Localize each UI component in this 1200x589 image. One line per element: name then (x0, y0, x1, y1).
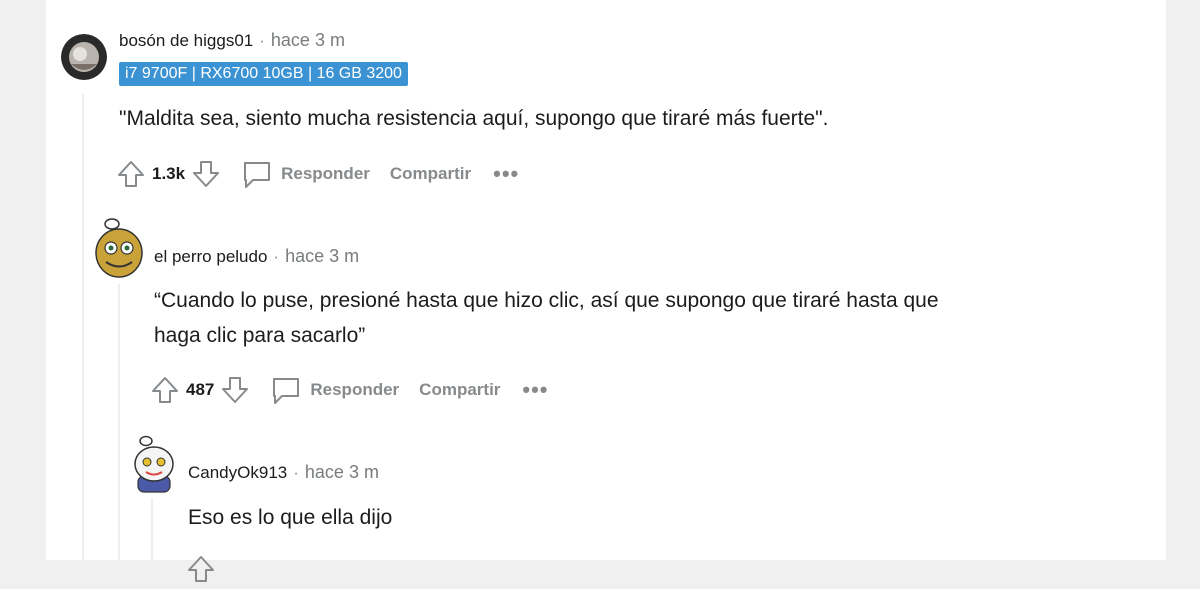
timestamp[interactable]: hace 3 m (285, 246, 359, 267)
comment-meta: bosón de higgs01 · hace 3 m (119, 30, 345, 51)
user-flair: i7 9700F | RX6700 10GB | 16 GB 3200 (119, 62, 408, 86)
author-name[interactable]: CandyOk913 (188, 463, 287, 483)
more-options-icon[interactable]: ••• (522, 379, 548, 401)
reply-button[interactable]: Responder (270, 374, 399, 406)
author-name[interactable]: bosón de higgs01 (119, 31, 253, 51)
comment-body: Eso es lo que ella dijo (188, 506, 393, 529)
share-button[interactable]: Compartir (390, 164, 471, 184)
vote-score: 1.3k (152, 164, 186, 183)
comment-bubble-icon (273, 378, 300, 404)
meta-separator: · (293, 463, 299, 482)
comment-actions: 487 Responder Compartir ••• (150, 373, 549, 407)
upvote-icon[interactable] (186, 554, 216, 584)
more-options-icon[interactable]: ••• (493, 163, 519, 185)
author-name[interactable]: el perro peludo (154, 247, 267, 267)
share-button[interactable]: Compartir (419, 380, 500, 400)
reply-label: Responder (281, 164, 370, 183)
timestamp[interactable]: hace 3 m (271, 30, 345, 51)
thread-line[interactable] (118, 284, 120, 560)
comment-actions: 1.3k Responder Compartir ••• (116, 157, 519, 191)
share-label: Compartir (419, 380, 501, 399)
share-label: Compartir (389, 164, 472, 183)
avatar[interactable] (61, 34, 107, 80)
comment-actions (186, 552, 216, 586)
avatar[interactable] (132, 432, 176, 494)
reply-button[interactable]: Responder (241, 158, 370, 190)
upvote-icon[interactable] (150, 375, 180, 405)
comment-body-line: haga clic para sacarlo” (154, 324, 366, 347)
meta-separator: · (273, 247, 280, 266)
comment-body-line: “Cuando lo puse, presioné hasta que hizo… (154, 289, 939, 312)
downvote-icon[interactable] (220, 375, 250, 405)
timestamp[interactable]: hace 3 m (305, 462, 379, 483)
vote-score: 487 (186, 380, 215, 399)
thread-line[interactable] (151, 498, 153, 560)
upvote-icon[interactable] (116, 159, 146, 189)
avatar[interactable] (94, 215, 144, 279)
downvote-icon[interactable] (191, 159, 221, 189)
comment-meta: el perro peludo · hace 3 m (154, 246, 359, 267)
comment-bubble-icon (244, 162, 271, 188)
meta-separator: · (259, 31, 265, 50)
comment-body: “Cuando lo puse, presioné hasta que hizo… (154, 283, 939, 353)
comment-body: "Maldita sea, siento mucha resistencia a… (119, 107, 829, 130)
comment-meta: CandyOk913 · hace 3 m (188, 462, 379, 483)
reply-label: Responder (310, 380, 400, 399)
thread-line[interactable] (82, 94, 84, 560)
